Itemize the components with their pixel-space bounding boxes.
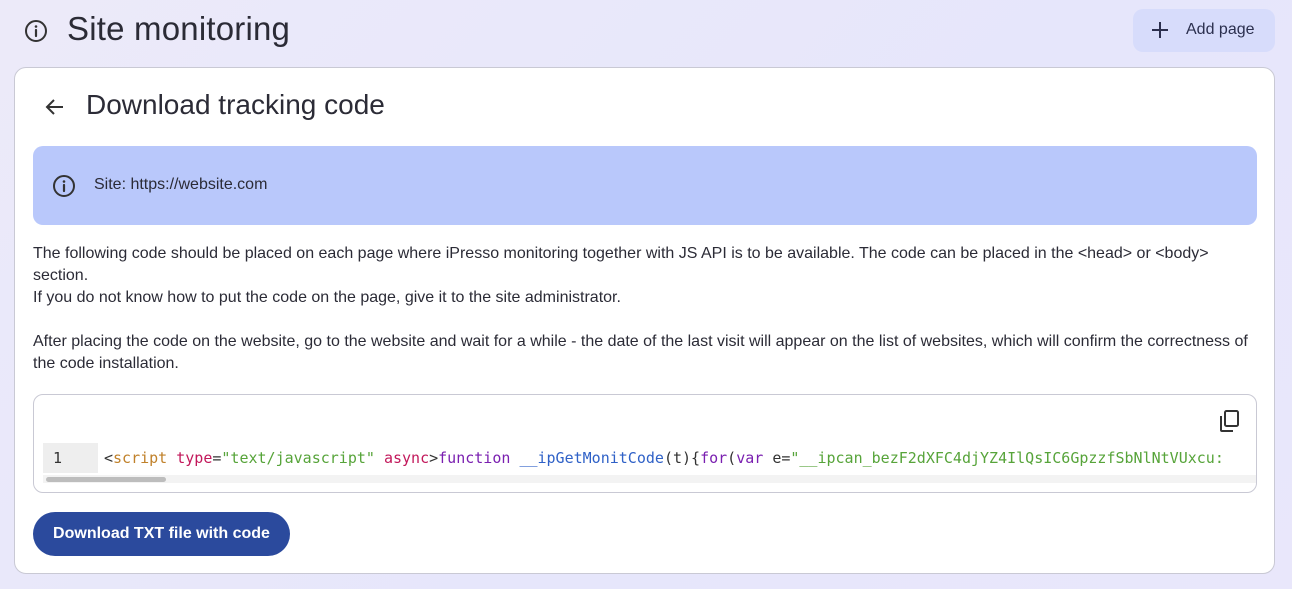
arrow-left-icon[interactable]: [43, 95, 67, 119]
site-info-box: Site: https://website.com: [33, 146, 1257, 225]
line-number: 1: [43, 443, 98, 473]
code-token: type: [176, 449, 213, 467]
tracking-code-card: Download tracking code Site: https://web…: [14, 67, 1275, 574]
horizontal-scrollbar[interactable]: [43, 475, 1256, 483]
instruction-paragraph: After placing the code on the website, g…: [33, 333, 1248, 372]
code-token: "text/javascript": [221, 449, 375, 467]
code-token: <: [104, 449, 114, 467]
code-token: script: [113, 449, 168, 467]
instruction-paragraph: The following code should be placed on e…: [33, 245, 1209, 284]
site-info-text: Site: https://website.com: [94, 176, 268, 193]
code-token: "__ipcan_bezF2dXFC4djYZ4IlQsIC6GpzzfSbNl…: [790, 449, 1224, 467]
code-block: 1 <script type="text/javascript" async>f…: [33, 394, 1257, 493]
top-bar: Site monitoring Add page: [0, 0, 1292, 62]
code-token: async: [383, 449, 430, 467]
code-token: for: [700, 449, 728, 467]
copy-icon[interactable]: [1218, 409, 1240, 433]
info-circle-icon: [52, 174, 76, 198]
card-title: Download tracking code: [86, 89, 385, 120]
instruction-paragraph: If you do not know how to put the code o…: [33, 289, 621, 306]
code-token: (t){: [663, 449, 701, 467]
scrollbar-thumb[interactable]: [46, 477, 166, 482]
code-line[interactable]: 1 <script type="text/javascript" async>f…: [43, 443, 1256, 473]
code-token: e: [772, 449, 782, 467]
code-token: (: [727, 449, 737, 467]
download-txt-button[interactable]: Download TXT file with code: [33, 512, 290, 556]
code-token: var: [736, 449, 764, 467]
plus-icon: [1151, 21, 1169, 39]
code-token: function: [438, 449, 511, 467]
code-token: __ipGetMonitCode: [519, 449, 664, 467]
add-page-label: Add page: [1186, 21, 1255, 38]
page-title: Site monitoring: [67, 10, 291, 47]
info-circle-icon[interactable]: [24, 19, 48, 43]
code-text[interactable]: <script type="text/javascript" async>fun…: [104, 443, 1224, 473]
code-token: >: [429, 449, 439, 467]
add-page-button[interactable]: Add page: [1133, 9, 1275, 52]
download-button-label: Download TXT file with code: [53, 525, 270, 542]
